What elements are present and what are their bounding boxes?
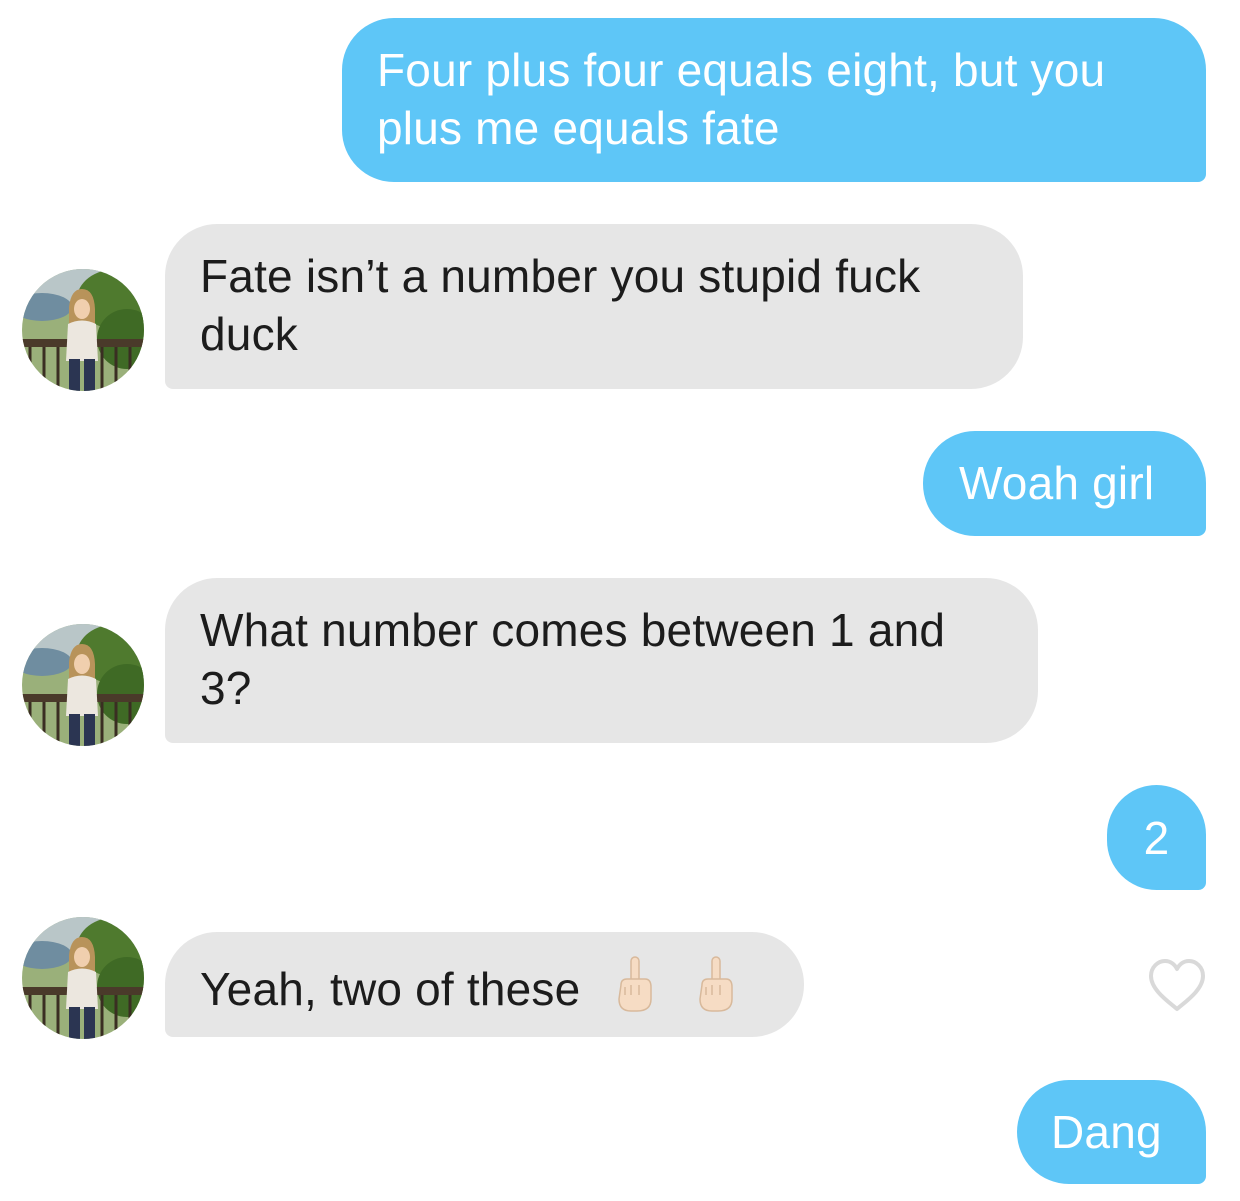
message-bubble-received[interactable]: Yeah, two of these: [165, 932, 804, 1037]
message-text: Four plus four equals eight, but you plu…: [377, 44, 1106, 154]
message-text: Fate isn’t a number you stupid fuck duck: [200, 250, 921, 360]
message-text: Yeah, two of these: [200, 963, 581, 1015]
avatar[interactable]: [22, 624, 144, 746]
message-text: What number comes between 1 and 3?: [200, 604, 946, 714]
message-text: Dang: [1051, 1106, 1162, 1158]
message-bubble-sent[interactable]: Woah girl: [923, 431, 1206, 536]
message-bubble-received[interactable]: Fate isn’t a number you stupid fuck duck: [165, 224, 1023, 389]
middle-finger-emoji: [615, 955, 655, 1026]
avatar[interactable]: [22, 917, 144, 1039]
message-bubble-received[interactable]: What number comes between 1 and 3?: [165, 578, 1038, 743]
message-text: 2: [1143, 812, 1170, 864]
message-bubble-sent[interactable]: Dang: [1017, 1080, 1206, 1184]
message-bubble-sent[interactable]: Four plus four equals eight, but you plu…: [342, 18, 1206, 182]
avatar[interactable]: [22, 269, 144, 391]
heart-icon[interactable]: [1147, 957, 1207, 1013]
middle-finger-emoji: [696, 955, 736, 1026]
message-text: Woah girl: [959, 457, 1155, 509]
message-bubble-sent[interactable]: 2: [1107, 785, 1206, 890]
